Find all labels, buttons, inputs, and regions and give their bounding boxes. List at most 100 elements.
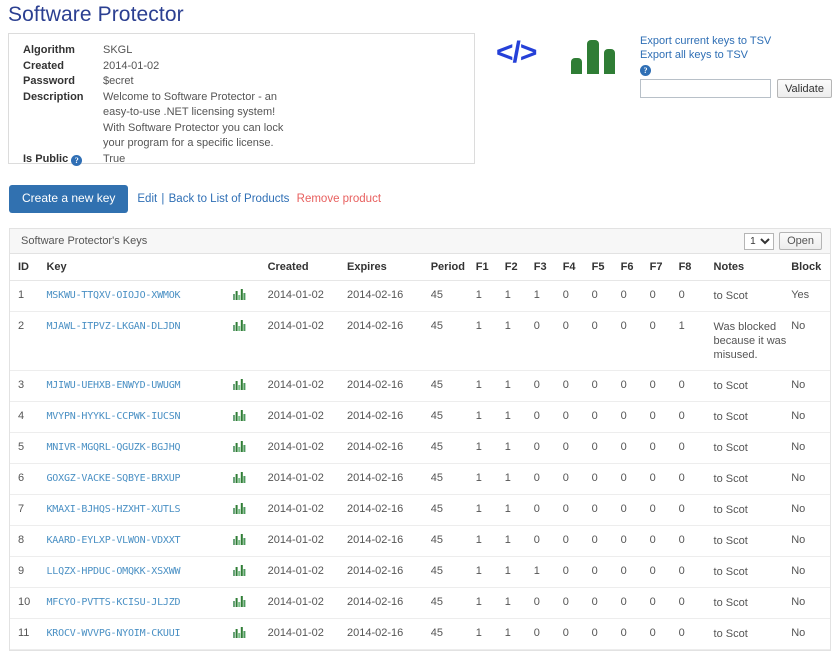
th-expires[interactable]: Expires [347, 254, 431, 281]
key-link[interactable]: MSKWU-TTQXV-OIOJO-XWMOK [46, 290, 180, 301]
bar-chart-icon[interactable] [233, 410, 246, 424]
th-f4[interactable]: F4 [562, 254, 592, 281]
bar-chart-icon[interactable] [233, 534, 246, 548]
cell-f1: 1 [475, 587, 505, 619]
help-icon[interactable]: ? [71, 154, 83, 166]
product-info-panel: Algorithm SKGL Created 2014-01-02 Passwo… [8, 33, 475, 166]
info-row-password: Password $ecret [9, 74, 474, 90]
th-f1[interactable]: F1 [475, 254, 505, 281]
cell-f4: 0 [562, 618, 592, 650]
bar-chart-icon[interactable] [233, 503, 246, 517]
th-f7[interactable]: F7 [649, 254, 679, 281]
cell-period: 45 [430, 370, 476, 402]
cell-f4: 0 [562, 432, 592, 464]
cell-created: 2014-01-02 [267, 618, 347, 650]
cell-key: LLQZX-HPDUC-OMQKK-XSXWW [46, 556, 234, 588]
cell-id: 5 [10, 432, 47, 464]
th-f8[interactable]: F8 [678, 254, 708, 281]
cell-f2: 1 [504, 556, 534, 588]
cell-id: 10 [10, 587, 47, 619]
table-row: 6 GOXGZ-VACKE-SQBYE-BRXUP 2014-01-02 2014-0… [10, 463, 830, 495]
bar-chart-icon[interactable] [233, 627, 246, 641]
key-link[interactable]: LLQZX-HPDUC-OMQKK-XSXWW [46, 566, 180, 577]
key-link[interactable]: MJIWU-UEHXB-ENWYD-UWUGM [46, 380, 180, 391]
cell-id: 11 [10, 618, 47, 650]
validate-button[interactable]: Validate [777, 79, 832, 98]
cell-f6: 0 [620, 525, 650, 557]
cell-block: No [791, 432, 830, 464]
th-key[interactable]: Key [46, 254, 234, 281]
cell-created: 2014-01-02 [267, 370, 347, 402]
cell-block: No [791, 525, 830, 557]
cell-f5: 0 [591, 370, 621, 402]
page-select[interactable]: 1 [744, 232, 775, 250]
key-link[interactable]: MJAWL-ITPVZ-LKGAN-DLJDN [46, 321, 180, 332]
key-link[interactable]: MVYPN-HYYKL-CCPWK-IUCSN [46, 411, 180, 422]
bar-chart-icon[interactable] [233, 289, 246, 303]
cell-f5: 0 [591, 311, 621, 371]
bar-chart-icon[interactable] [233, 320, 246, 334]
key-link[interactable]: KMAXI-BJHQS-HZXHT-XUTLS [46, 504, 180, 515]
cell-f5: 0 [591, 556, 621, 588]
cell-f2: 1 [504, 587, 534, 619]
bar-chart-icon[interactable] [233, 441, 246, 455]
cell-f4: 0 [562, 311, 592, 371]
cell-f1: 1 [475, 525, 505, 557]
th-id[interactable]: ID [10, 254, 47, 281]
cell-f1: 1 [475, 280, 505, 312]
help-icon[interactable]: ? [640, 65, 651, 76]
th-period[interactable]: Period [430, 254, 476, 281]
th-f3[interactable]: F3 [533, 254, 563, 281]
cell-key-chart-icon [233, 432, 268, 464]
th-f5[interactable]: F5 [591, 254, 621, 281]
key-link[interactable]: MNIVR-MGQRL-QGUZK-BGJHQ [46, 442, 180, 453]
th-f6[interactable]: F6 [620, 254, 650, 281]
cell-f8: 0 [678, 494, 708, 526]
cell-f5: 0 [591, 494, 621, 526]
bar-chart-icon[interactable] [570, 38, 618, 74]
cell-key: MFCYO-PVTTS-KCISU-JLJZD [46, 587, 234, 619]
bar-chart-icon[interactable] [233, 379, 246, 393]
cell-created: 2014-01-02 [267, 463, 347, 495]
keys-panel-controls: 1 Open [744, 232, 822, 250]
info-label-is-public: Is Public? [9, 152, 95, 168]
key-link[interactable]: MFCYO-PVTTS-KCISU-JLJZD [46, 597, 180, 608]
cell-key-chart-icon [233, 463, 268, 495]
key-link[interactable]: GOXGZ-VACKE-SQBYE-BRXUP [46, 473, 180, 484]
th-block[interactable]: Block [791, 254, 830, 281]
cell-block: Yes [791, 280, 830, 312]
export-all-keys-link[interactable]: Export all keys to TSV [640, 48, 835, 62]
cell-f8: 0 [678, 556, 708, 588]
th-created[interactable]: Created [267, 254, 347, 281]
validate-key-input[interactable] [640, 79, 771, 98]
remove-product-link[interactable]: Remove product [297, 193, 381, 205]
key-link[interactable]: KROCV-WVVPG-NYOIM-CKUUI [46, 628, 180, 639]
cell-id: 6 [10, 463, 47, 495]
th-notes[interactable]: Notes [707, 254, 792, 281]
cell-f6: 0 [620, 618, 650, 650]
key-link[interactable]: KAARD-EYLXP-VLWON-VDXXT [46, 535, 180, 546]
code-brackets-icon[interactable]: </> [496, 36, 537, 70]
cell-key: GOXGZ-VACKE-SQBYE-BRXUP [46, 463, 234, 495]
bar-chart-icon[interactable] [233, 472, 246, 486]
cell-f5: 0 [591, 432, 621, 464]
cell-f4: 0 [562, 463, 592, 495]
cell-block: No [791, 401, 830, 433]
cell-f2: 1 [504, 432, 534, 464]
edit-link[interactable]: Edit [137, 193, 157, 205]
bar-chart-icon[interactable] [233, 596, 246, 610]
open-button[interactable]: Open [779, 232, 822, 250]
export-current-keys-link[interactable]: Export current keys to TSV [640, 34, 835, 48]
cell-f1: 1 [475, 494, 505, 526]
create-new-key-button[interactable]: Create a new key [9, 185, 129, 213]
cell-notes: to Scot [707, 432, 792, 464]
th-f2[interactable]: F2 [504, 254, 534, 281]
back-to-products-link[interactable]: Back to List of Products [169, 193, 290, 205]
cell-id: 2 [10, 311, 47, 371]
cell-block: No [791, 494, 830, 526]
table-row: 4 MVYPN-HYYKL-CCPWK-IUCSN 2014-01-02 2014-0… [10, 401, 830, 433]
bar-chart-icon[interactable] [233, 565, 246, 579]
cell-f7: 0 [649, 618, 679, 650]
info-label-password: Password [23, 75, 75, 87]
cell-f8: 0 [678, 587, 708, 619]
